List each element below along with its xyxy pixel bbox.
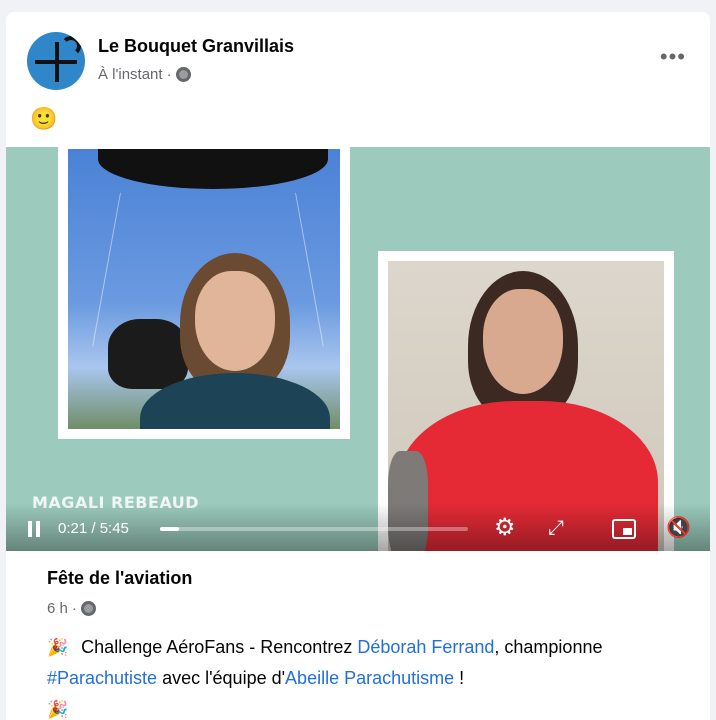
shared-page-name[interactable]: Fête de l'aviation [47,568,192,589]
more-options-button[interactable]: ••• [660,44,686,70]
video-player[interactable]: MAGALI REBEAUD 0:21 / 5:45 ⚙ ⤢ 🔇 [6,147,710,551]
page-name-link[interactable]: Le Bouquet Granvillais [98,36,294,57]
mention-abeille-parachutisme[interactable]: Abeille Parachutisme [285,668,454,688]
video-time: 0:21 / 5:45 [58,520,129,537]
party-popper-icon: 🎉 [47,638,69,657]
video-controls: 0:21 / 5:45 ⚙ ⤢ 🔇 [6,503,710,551]
speaker-left [140,253,330,429]
shared-timestamp[interactable]: 6 h [47,600,68,617]
speaker-left-body [140,373,330,429]
gear-icon[interactable]: ⚙ [494,513,516,543]
meta-separator: · [166,66,172,83]
post-text-emoji: 🙂 [30,106,58,131]
speaker-right-face [483,289,563,394]
facebook-feed: Le Bouquet Granvillais À l'instant · •••… [0,0,716,720]
avatar-logo-arc [61,36,81,56]
text-part-2: , championne [494,637,603,657]
post-card: Le Bouquet Granvillais À l'instant · •••… [6,12,710,720]
avatar-logo-crossbar [35,60,77,64]
shared-globe-icon [80,601,96,616]
picture-in-picture-icon[interactable] [612,519,636,539]
parachute-canopy [98,149,328,189]
post-meta: À l'instant · [98,66,191,83]
mute-icon[interactable]: 🔇 [666,513,691,543]
mention-deborah-ferrand[interactable]: Déborah Ferrand [357,637,494,657]
shared-post-text: 🎉 Challenge AéroFans - Rencontrez Débora… [47,632,687,720]
text-part-1: Challenge AéroFans - Rencontrez [76,637,358,657]
expand-icon[interactable]: ⤢ [548,513,564,543]
text-part-3: avec l'équipe d' [157,668,286,688]
speaker-left-face [195,271,275,371]
shared-post: Fête de l'aviation 6 h · 🎉 Challenge Aér… [6,552,710,720]
progress-bar[interactable] [160,527,468,531]
post-timestamp[interactable]: À l'instant [98,66,163,83]
progress-fill [160,527,179,531]
party-popper-icon-end: 🎉 [47,700,69,719]
hashtag-parachutiste[interactable]: #Parachutiste [47,668,157,688]
text-part-4: ! [454,668,465,688]
video-frame-left [58,147,350,439]
pause-icon[interactable] [26,521,42,537]
parachute-photo [68,149,340,429]
page-avatar[interactable] [27,32,85,90]
shared-meta: 6 h · [47,600,96,617]
public-globe-icon [175,67,191,82]
post-header: Le Bouquet Granvillais À l'instant · •••… [6,12,710,147]
shared-separator: · [71,600,77,617]
